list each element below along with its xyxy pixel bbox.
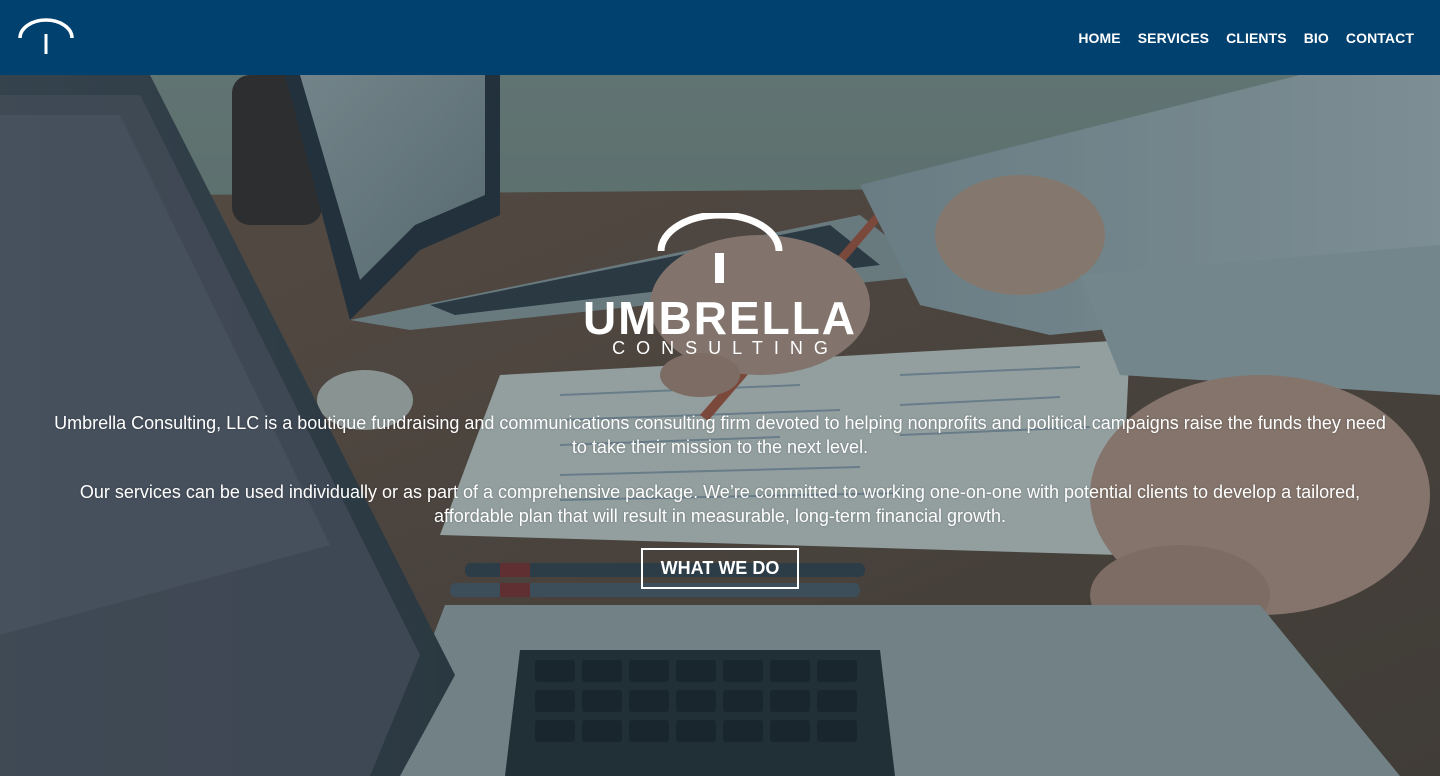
hero-content: UMBRELLA CONSULTING Umbrella Consulting,… <box>0 75 1440 776</box>
home-logo-link[interactable] <box>16 18 76 58</box>
brand-logo: UMBRELLA CONSULTING <box>560 213 880 363</box>
nav-bio[interactable]: BIO <box>1304 30 1329 46</box>
what-we-do-button[interactable]: WHAT WE DO <box>641 548 799 589</box>
site-header: HOME SERVICES CLIENTS BIO CONTACT <box>0 0 1440 75</box>
nav-home[interactable]: HOME <box>1078 30 1120 46</box>
hero-section: UMBRELLA CONSULTING Umbrella Consulting,… <box>0 75 1440 776</box>
nav-services[interactable]: SERVICES <box>1138 30 1209 46</box>
page: HOME SERVICES CLIENTS BIO CONTACT UMBREL… <box>0 0 1440 776</box>
nav-clients[interactable]: CLIENTS <box>1226 30 1287 46</box>
umbrella-icon <box>657 213 783 283</box>
brand-name: UMBRELLA <box>582 292 858 344</box>
nav-contact[interactable]: CONTACT <box>1346 30 1414 46</box>
umbrella-icon <box>18 18 74 54</box>
intro-paragraph-2: Our services can be used individually or… <box>79 482 1361 526</box>
brand-subtitle: CONSULTING <box>612 338 839 358</box>
intro-paragraph-1: Umbrella Consulting, LLC is a boutique f… <box>54 413 1386 457</box>
main-nav: HOME SERVICES CLIENTS BIO CONTACT <box>1078 0 1414 75</box>
